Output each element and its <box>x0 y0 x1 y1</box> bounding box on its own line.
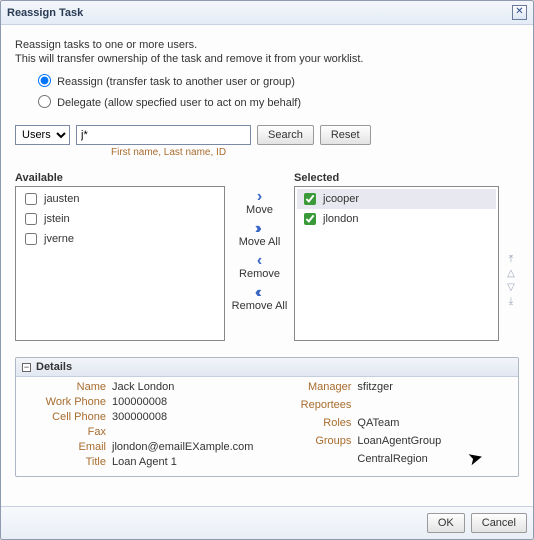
reportees-label: Reportees <box>281 399 351 414</box>
roles-value: QATeam <box>357 417 441 432</box>
details-grid: Name Jack London Work Phone 100000008 Cell… <box>16 377 518 476</box>
details-title: Details <box>36 361 72 373</box>
intro-line-2: This will transfer ownership of the task… <box>15 53 519 65</box>
shuttle-controls: ›Move ››Move All ‹Remove ‹‹Remove All <box>225 172 294 341</box>
list-item[interactable]: jlondon <box>297 209 496 229</box>
workphone-value: 100000008 <box>112 396 253 408</box>
item-label: jausten <box>44 193 79 205</box>
manager-label: Manager <box>281 381 351 396</box>
list-item[interactable]: jcooper <box>297 189 496 209</box>
move-top-icon[interactable]: ⤒ <box>509 255 513 265</box>
roles-label: Roles <box>281 417 351 432</box>
remove-button[interactable]: ‹Remove <box>239 254 280 280</box>
chevron-double-right-icon: ›› <box>256 222 262 236</box>
search-row: Users Search Reset <box>15 125 519 145</box>
move-all-button[interactable]: ››Move All <box>239 222 281 248</box>
details-panel: − Details Name Jack London Work Phone 1000… <box>15 357 519 477</box>
search-button[interactable]: Search <box>257 125 314 145</box>
fax-label: Fax <box>26 426 106 438</box>
option-delegate[interactable]: Delegate (allow specfied user to act on … <box>15 92 519 109</box>
item-checkbox[interactable] <box>25 193 37 205</box>
cellphone-label: Cell Phone <box>26 411 106 423</box>
item-label: jverne <box>44 233 74 245</box>
reorder-controls: ⤒ △ ▽ ⤓ <box>503 186 519 341</box>
details-right-col: Manager sfitzger Reportees Roles QATeam Gr… <box>281 381 441 468</box>
name-label: Name <box>26 381 106 393</box>
item-checkbox[interactable] <box>304 213 316 225</box>
item-checkbox[interactable] <box>25 213 37 225</box>
groups-value-1: LoanAgentGroup <box>357 435 441 450</box>
item-label: jstein <box>44 213 70 225</box>
item-checkbox[interactable] <box>304 193 316 205</box>
remove-all-button[interactable]: ‹‹Remove All <box>232 286 288 312</box>
available-list[interactable]: jausten jstein jverne <box>15 186 225 341</box>
delegate-label: Delegate (allow specfied user to act on … <box>57 97 301 109</box>
title-value: Loan Agent 1 <box>112 456 253 468</box>
scope-select[interactable]: Users <box>15 125 70 145</box>
chevron-double-left-icon: ‹‹ <box>256 286 262 300</box>
item-checkbox[interactable] <box>25 233 37 245</box>
move-down-icon[interactable]: ▽ <box>507 283 515 293</box>
workphone-label: Work Phone <box>26 396 106 408</box>
reassign-radio[interactable] <box>38 74 51 87</box>
title-bar: Reassign Task ✕ <box>1 1 533 25</box>
list-item[interactable]: jverne <box>18 229 222 249</box>
picker: Available jausten jstein jverne ›Move ››… <box>15 172 519 341</box>
chevron-right-icon: › <box>257 190 262 204</box>
dialog-body: Reassign tasks to one or more users. Thi… <box>1 25 533 506</box>
groups-label: Groups <box>281 435 351 450</box>
email-value: jlondon@emailEXample.com <box>112 441 253 453</box>
cancel-button[interactable]: Cancel <box>471 513 527 533</box>
email-label: Email <box>26 441 106 453</box>
move-button[interactable]: ›Move <box>246 190 273 216</box>
selected-col: Selected jcooper jlondon ⤒ △ ▽ ⤓ <box>294 172 519 341</box>
fax-value <box>112 426 253 438</box>
selected-label: Selected <box>294 172 519 184</box>
intro-line-1: Reassign tasks to one or more users. <box>15 39 519 51</box>
delegate-radio[interactable] <box>38 95 51 108</box>
list-item[interactable]: jausten <box>18 189 222 209</box>
move-up-icon[interactable]: △ <box>507 269 515 279</box>
search-hint: First name, Last name, ID <box>15 147 519 158</box>
ok-button[interactable]: OK <box>427 513 465 533</box>
option-reassign[interactable]: Reassign (transfer task to another user … <box>15 71 519 88</box>
list-item[interactable]: jstein <box>18 209 222 229</box>
item-label: jcooper <box>323 193 359 205</box>
chevron-left-icon: ‹ <box>257 254 262 268</box>
available-col: Available jausten jstein jverne <box>15 172 225 341</box>
move-bottom-icon[interactable]: ⤓ <box>509 297 513 307</box>
reportees-value <box>357 399 441 414</box>
dialog-title: Reassign Task <box>7 7 83 19</box>
item-label: jlondon <box>323 213 358 225</box>
available-label: Available <box>15 172 225 184</box>
manager-value: sfitzger <box>357 381 441 396</box>
cellphone-value: 300000008 <box>112 411 253 423</box>
collapse-icon[interactable]: − <box>22 363 31 372</box>
selected-list[interactable]: jcooper jlondon <box>294 186 499 341</box>
dialog-footer: OK Cancel <box>1 506 533 539</box>
reassign-task-dialog: Reassign Task ✕ Reassign tasks to one or… <box>0 0 534 540</box>
search-input[interactable] <box>76 125 251 145</box>
reset-button[interactable]: Reset <box>320 125 371 145</box>
details-header[interactable]: − Details <box>16 358 518 377</box>
title-label: Title <box>26 456 106 468</box>
groups-value-2: CentralRegion <box>357 453 441 468</box>
close-icon[interactable]: ✕ <box>512 5 527 20</box>
name-value: Jack London <box>112 381 253 393</box>
reassign-label: Reassign (transfer task to another user … <box>57 76 295 88</box>
details-left-col: Name Jack London Work Phone 100000008 Cell… <box>26 381 253 468</box>
